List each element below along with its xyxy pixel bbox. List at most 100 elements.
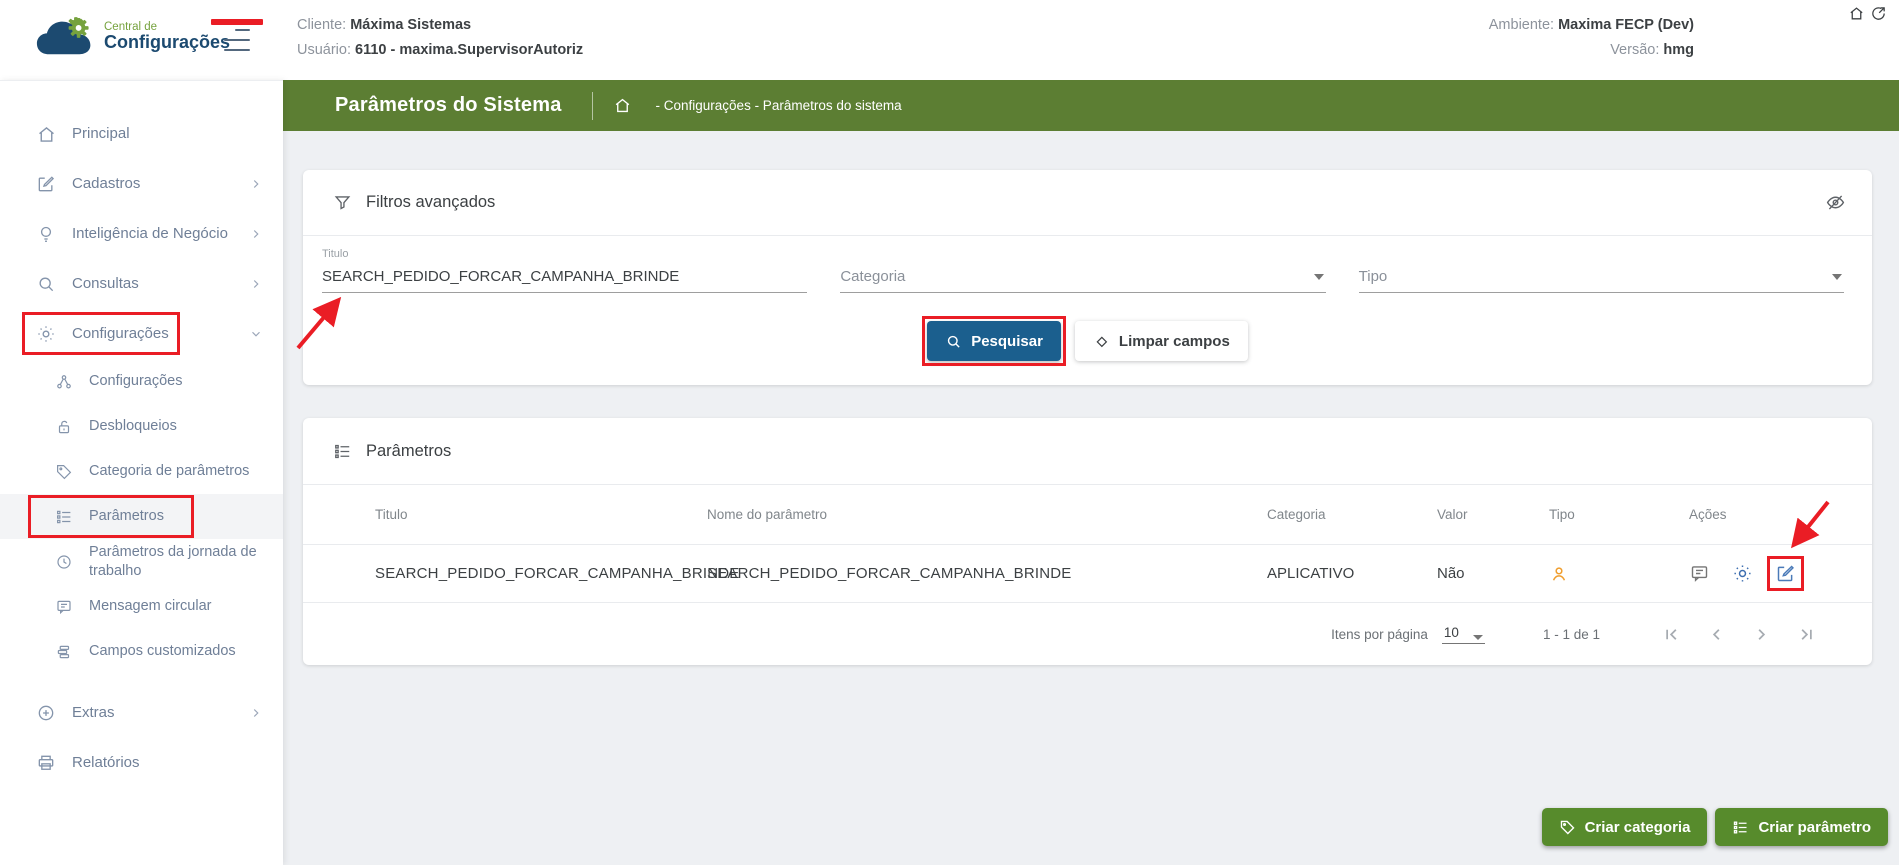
hamburger-icon: [235, 29, 250, 31]
filter-icon: [333, 193, 352, 212]
hide-filters-icon[interactable]: [1825, 192, 1846, 213]
sidebar-item-label: Principal: [72, 124, 130, 142]
parametros-card: Parâmetros Titulo Nome do parâmetro Cate…: [303, 418, 1872, 665]
edit-action-icon[interactable]: [1767, 556, 1804, 591]
items-per-page-select[interactable]: 10: [1441, 624, 1485, 644]
gear-action-icon[interactable]: [1732, 563, 1753, 584]
table-header-row: Titulo Nome do parâmetro Categoria Valor…: [303, 485, 1872, 545]
items-per-page-label: Itens por página: [1331, 626, 1428, 642]
printer-icon: [36, 753, 58, 773]
sidebar-subitem-label: Mensagem circular: [89, 598, 212, 615]
topbar: Central de Configurações Cliente: Máxima…: [0, 0, 1899, 80]
chevron-right-icon: [249, 706, 263, 720]
next-page-icon[interactable]: [1752, 625, 1771, 644]
criar-categoria-button[interactable]: Criar categoria: [1541, 808, 1708, 846]
env-value: Maxima FECP (Dev): [1558, 17, 1694, 33]
sidebar-item-relatorios[interactable]: Relatórios: [0, 738, 283, 788]
sidebar-item-configuracoes[interactable]: Configurações: [0, 309, 283, 359]
pesquisar-button[interactable]: Pesquisar: [927, 321, 1061, 361]
cell-valor: Não: [1437, 565, 1465, 582]
search-icon: [36, 274, 58, 294]
gear-icon: [36, 324, 58, 344]
column-header-titulo: Titulo: [375, 507, 408, 522]
dropdown-caret-icon: [1472, 634, 1483, 640]
breadcrumb: - Configurações - Parâmetros do sistema: [655, 98, 902, 113]
app-window: Central de Configurações Cliente: Máxima…: [0, 0, 1899, 865]
sidebar-subitem-mensagem-circular[interactable]: Mensagem circular: [0, 584, 283, 629]
tipo-placeholder: Tipo: [1358, 268, 1388, 285]
parametros-title: Parâmetros: [366, 441, 452, 460]
search-icon: [945, 333, 962, 350]
categoria-select[interactable]: Categoria: [840, 262, 1326, 293]
version-label: Versão:: [1610, 42, 1660, 58]
list-icon: [333, 442, 352, 461]
pagination-range: 1 - 1 de 1: [1542, 626, 1600, 642]
chevron-down-icon: [249, 327, 263, 341]
cell-nome: SEARCH_PEDIDO_FORCAR_CAMPANHA_BRINDE: [707, 565, 1072, 582]
dropdown-caret-icon: [1831, 273, 1842, 280]
user-value: 6110 - maxima.SupervisorAutoriz: [355, 42, 584, 58]
first-page-icon[interactable]: [1662, 625, 1681, 644]
chevron-right-icon: [249, 227, 263, 241]
client-label: Cliente:: [297, 17, 347, 33]
cell-categoria: APLICATIVO: [1267, 565, 1355, 582]
main-content: Filtros avançados Titulo Categoria: [303, 131, 1872, 705]
sidebar-subitem-categoria-de-parametros[interactable]: Categoria de parâmetros: [0, 449, 283, 494]
chevron-right-icon: [249, 177, 263, 191]
client-info: Cliente: Máxima Sistemas Usuário: 6110 -…: [297, 13, 583, 63]
chevron-right-icon: [249, 277, 263, 291]
items-per-page-value: 10: [1443, 624, 1459, 640]
column-header-tipo: Tipo: [1549, 507, 1575, 522]
tipo-select[interactable]: Tipo: [1358, 262, 1844, 293]
titulo-field-label: Titulo: [322, 248, 349, 260]
comment-action-icon[interactable]: [1689, 563, 1710, 584]
sidebar-subitem-campos-customizados[interactable]: Campos customizados: [0, 629, 283, 674]
last-page-icon[interactable]: [1797, 625, 1816, 644]
sidebar-item-principal[interactable]: Principal: [0, 109, 283, 159]
column-header-nome: Nome do parâmetro: [707, 507, 828, 522]
app-logo[interactable]: Central de Configurações: [36, 16, 230, 58]
env-label: Ambiente:: [1488, 17, 1555, 33]
sidebar-item-label: Cadastros: [72, 174, 141, 192]
column-header-categoria: Categoria: [1267, 507, 1326, 522]
clock-icon: [55, 553, 74, 571]
home-shortcut-icon[interactable]: [1848, 5, 1865, 22]
sidebar-item-label: Relatórios: [72, 753, 140, 771]
sidebar-subitem-desbloqueios[interactable]: Desbloqueios: [0, 404, 283, 449]
menu-toggle-button[interactable]: [211, 19, 263, 51]
logout-icon[interactable]: [1870, 5, 1887, 22]
list-icon: [1732, 819, 1749, 836]
sidebar-subitem-parametros-jornada[interactable]: Parâmetros da jornada de trabalho: [0, 539, 283, 584]
limpar-campos-button[interactable]: Limpar campos: [1074, 321, 1248, 361]
breadcrumb-home-icon[interactable]: [613, 96, 632, 115]
filters-title: Filtros avançados: [366, 193, 496, 211]
eraser-icon: [1093, 333, 1110, 350]
sidebar-subitem-configuracoes[interactable]: Configurações: [0, 359, 283, 404]
sidebar-subitem-label: Categoria de parâmetros: [89, 463, 250, 480]
nodes-icon: [55, 373, 74, 391]
criar-parametro-button[interactable]: Criar parâmetro: [1715, 808, 1888, 846]
sidebar-item-label: Consultas: [72, 274, 139, 292]
tag-icon: [1559, 819, 1576, 836]
person-icon: [1549, 564, 1689, 584]
client-value: Máxima Sistemas: [350, 17, 472, 33]
list-icon: [55, 508, 74, 526]
sidebar-item-consultas[interactable]: Consultas: [0, 259, 283, 309]
titlebar-divider: [591, 91, 593, 120]
filters-card: Filtros avançados Titulo Categoria: [303, 170, 1872, 385]
message-icon: [55, 598, 74, 616]
sidebar-subitem-parametros[interactable]: Parâmetros: [0, 494, 283, 539]
unlock-icon: [55, 418, 74, 436]
previous-page-icon[interactable]: [1707, 625, 1726, 644]
sidebar-subitem-label: Campos customizados: [89, 643, 236, 660]
sidebar-item-inteligencia-de-negocio[interactable]: Inteligência de Negócio: [0, 209, 283, 259]
titulo-input[interactable]: [322, 262, 808, 293]
sidebar-item-extras[interactable]: Extras: [0, 688, 283, 738]
sidebar-item-cadastros[interactable]: Cadastros: [0, 159, 283, 209]
lightbulb-icon: [36, 223, 58, 245]
user-label: Usuário:: [297, 42, 351, 58]
home-icon: [36, 124, 58, 145]
logo-text-line2: Configurações: [104, 32, 231, 53]
pagination: Itens por página 10 1 - 1 de 1: [303, 603, 1872, 665]
sidebar-item-label: Extras: [72, 703, 115, 721]
